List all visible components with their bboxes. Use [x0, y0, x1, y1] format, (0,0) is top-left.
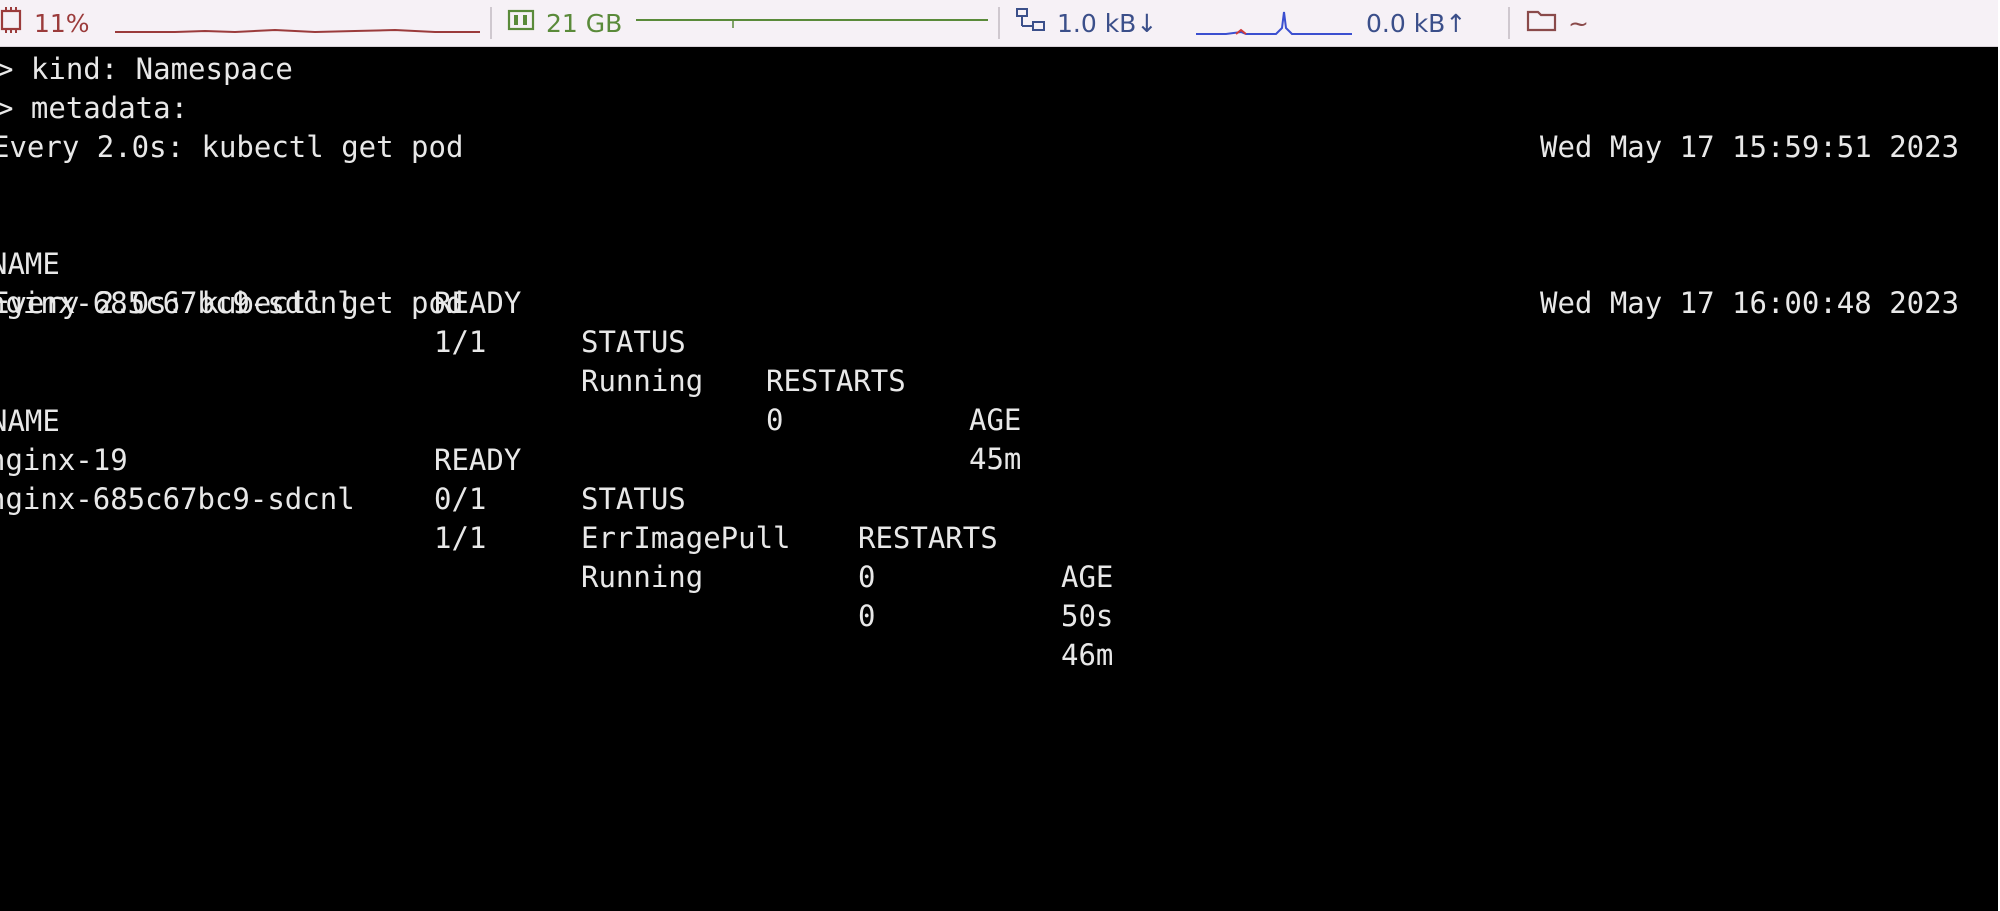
network-icon — [1015, 5, 1047, 41]
current-directory: ~ — [1568, 8, 1589, 38]
cwd-widget[interactable]: ~ — [1526, 0, 1589, 46]
divider — [1508, 7, 1510, 39]
divider — [490, 7, 492, 39]
pod-age: 46m — [1061, 638, 1114, 672]
network-widget[interactable]: 1.0 kB↓ — [1015, 0, 1157, 46]
memory-widget[interactable]: 21 GB — [506, 0, 622, 46]
pod-restarts: 0 — [858, 599, 876, 633]
cpu-sparkline — [115, 28, 480, 34]
memory-sparkline — [636, 19, 988, 28]
pod-ready: 0/1 — [434, 482, 487, 516]
column-header-status: STATUS — [581, 482, 686, 516]
column-header-restarts: RESTARTS — [858, 521, 998, 555]
cpu-icon — [0, 5, 26, 41]
table-header-row: NAME READY STATUS RESTARTS AGE — [0, 206, 1998, 437]
watch-header-command: Every 2.0s: kubectl get pod — [0, 286, 464, 320]
cpu-widget[interactable]: 11% — [0, 0, 90, 46]
folder-icon — [1526, 6, 1558, 40]
terminal-line: > kind: Namespace — [0, 52, 293, 86]
network-upload-rate: 0.0 kB↑ — [1366, 8, 1467, 38]
terminal-output[interactable]: > kind: Namespace > metadata: Every 2.0s… — [0, 47, 1998, 911]
network-upload-widget: 0.0 kB↑ — [1366, 0, 1466, 46]
system-status-bar: 11% 21 GB 1.0 kB↓ 0.0 kB↑ ~ — [0, 0, 1998, 47]
pod-status: Running — [581, 560, 704, 594]
network-sparkline — [1196, 11, 1352, 35]
network-download-rate: 1.0 kB↓ — [1057, 8, 1158, 38]
cpu-usage: 11% — [34, 8, 90, 38]
watch-header-timestamp: Wed May 17 15:59:51 2023 — [1540, 130, 1960, 164]
table-row: nginx-19 0/1 ErrImagePull 0 50s — [0, 402, 1998, 633]
table-row: nginx-685c67bc9-sdcnl 1/1 Running 0 46m — [0, 441, 1998, 672]
pod-status: ErrImagePull — [581, 521, 791, 555]
table-header-row: NAME READY STATUS RESTARTS AGE — [0, 363, 1998, 594]
pod-ready: 1/1 — [434, 521, 487, 555]
terminal-line: > metadata: — [0, 91, 189, 125]
column-header-status: STATUS — [581, 325, 686, 359]
pod-restarts: 0 — [858, 560, 876, 594]
memory-icon — [506, 5, 536, 41]
table-row: nginx-685c67bc9-sdcnl 1/1 Running 0 45m — [0, 245, 1998, 476]
pod-age: 50s — [1061, 599, 1114, 633]
watch-header-timestamp: Wed May 17 16:00:48 2023 — [1540, 286, 1960, 320]
pod-ready: 1/1 — [434, 325, 487, 359]
divider — [998, 7, 1000, 39]
memory-usage: 21 GB — [546, 8, 623, 38]
column-header-age: AGE — [1061, 560, 1114, 594]
pod-name: nginx-685c67bc9-sdcnl — [0, 482, 355, 516]
watch-header-command: Every 2.0s: kubectl get pod — [0, 130, 464, 164]
